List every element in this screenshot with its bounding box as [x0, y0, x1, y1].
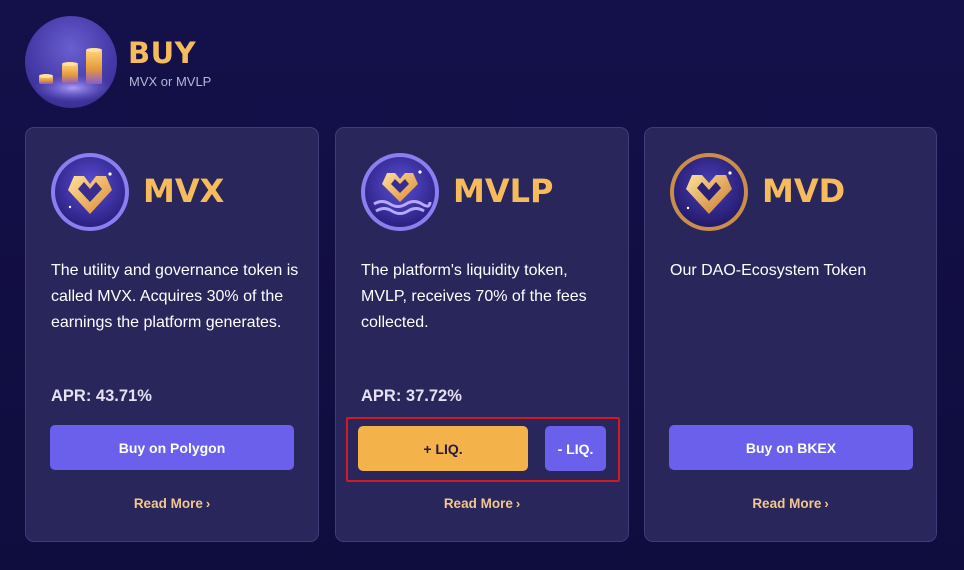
buy-on-bkex-button[interactable]: Buy on BKEX	[669, 425, 913, 470]
token-name: MVLP	[453, 172, 554, 210]
remove-liquidity-button[interactable]: - LIQ.	[545, 426, 606, 471]
page-subtitle: MVX or MVLP	[129, 74, 212, 89]
add-liquidity-button[interactable]: + LIQ.	[358, 426, 528, 471]
token-card-mvx: MVX The utility and governance token is …	[25, 127, 319, 542]
mvlp-logo-icon	[360, 152, 440, 232]
bar-chart-icon	[25, 16, 117, 108]
mvx-logo-icon	[50, 152, 130, 232]
apr-value: APR: 37.72%	[361, 387, 462, 405]
token-description: The platform's liquidity token, MVLP, re…	[361, 262, 587, 331]
token-name: MVD	[762, 172, 846, 210]
read-more-link[interactable]: Read More ›	[645, 496, 936, 511]
token-card-mvlp: MVLP The platform's liquidity token, MVL…	[335, 127, 629, 542]
chevron-right-icon: ›	[205, 496, 211, 511]
chevron-right-icon: ›	[515, 496, 521, 511]
read-more-label: Read More	[752, 496, 822, 511]
token-name: MVX	[143, 172, 225, 210]
page-title: BUY	[128, 36, 197, 70]
token-card-mvd: MVD Our DAO-Ecosystem Token Buy on BKEX …	[644, 127, 937, 542]
read-more-link[interactable]: Read More ›	[336, 496, 628, 511]
token-description: The utility and governance token is call…	[51, 262, 299, 331]
read-more-label: Read More	[133, 496, 203, 511]
apr-value: APR: 43.71%	[51, 387, 152, 405]
token-description: Our DAO-Ecosystem Token	[670, 262, 867, 279]
read-more-label: Read More	[443, 496, 513, 511]
chevron-right-icon: ›	[824, 496, 829, 511]
read-more-link[interactable]: Read More ›	[26, 496, 318, 511]
buy-on-polygon-button[interactable]: Buy on Polygon	[50, 425, 294, 470]
mvd-logo-icon	[669, 152, 749, 232]
